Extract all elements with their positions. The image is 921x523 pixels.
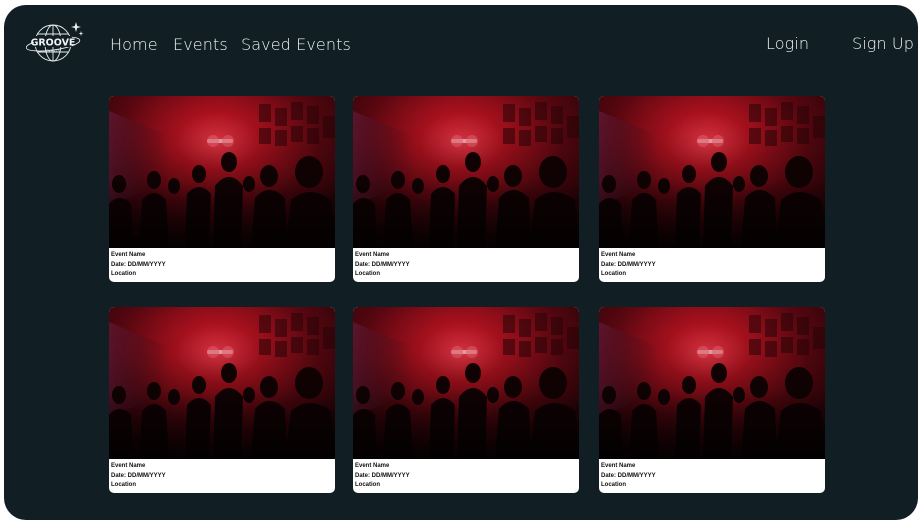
event-image bbox=[109, 307, 335, 459]
event-image bbox=[353, 307, 579, 459]
event-name: Event Name bbox=[601, 252, 636, 258]
event-info: Event Name Date: DD/MM/YYYY Location bbox=[109, 248, 335, 282]
nav-home[interactable]: Home bbox=[110, 35, 158, 54]
event-location: Location bbox=[601, 271, 626, 278]
event-name: Event Name bbox=[355, 463, 390, 469]
groove-logo[interactable]: GROOVE EVENTS bbox=[25, 19, 86, 71]
event-date: Date: DD/MM/YYYY bbox=[601, 261, 656, 268]
event-name: Event Name bbox=[601, 463, 636, 469]
event-info: Event Name Date: DD/MM/YYYY Location bbox=[353, 248, 579, 282]
globe-logo-icon: GROOVE EVENTS bbox=[25, 22, 84, 62]
event-date: Date: DD/MM/YYYY bbox=[111, 261, 166, 268]
event-location: Location bbox=[355, 271, 380, 278]
nav-saved-events[interactable]: Saved Events bbox=[241, 35, 351, 54]
app-frame: GROOVE EVENTS Home Events Saved Events L… bbox=[4, 5, 918, 520]
event-location: Location bbox=[601, 482, 626, 489]
event-name: Event Name bbox=[111, 252, 146, 258]
event-card[interactable]: Event Name Date: DD/MM/YYYY Location bbox=[109, 96, 335, 282]
event-date: Date: DD/MM/YYYY bbox=[355, 261, 410, 268]
event-date: Date: DD/MM/YYYY bbox=[355, 472, 410, 479]
event-name: Event Name bbox=[111, 463, 146, 469]
event-date: Date: DD/MM/YYYY bbox=[111, 472, 166, 479]
event-info: Event Name Date: DD/MM/YYYY Location bbox=[599, 248, 825, 282]
event-location: Location bbox=[111, 271, 136, 278]
nav-events[interactable]: Events bbox=[173, 35, 228, 54]
login-link[interactable]: Login bbox=[766, 34, 809, 53]
event-info: Event Name Date: DD/MM/YYYY Location bbox=[109, 459, 335, 493]
event-image bbox=[353, 96, 579, 248]
event-card[interactable]: Event Name Date: DD/MM/YYYY Location bbox=[599, 96, 825, 282]
logo-subtext: EVENTS bbox=[46, 49, 61, 53]
event-card[interactable]: Event Name Date: DD/MM/YYYY Location bbox=[353, 96, 579, 282]
event-info: Event Name Date: DD/MM/YYYY Location bbox=[353, 459, 579, 493]
signup-link[interactable]: Sign Up bbox=[852, 34, 914, 53]
event-card[interactable]: Event Name Date: DD/MM/YYYY Location bbox=[109, 307, 335, 493]
event-location: Location bbox=[111, 482, 136, 489]
event-image bbox=[599, 307, 825, 459]
event-name: Event Name bbox=[355, 252, 390, 258]
logo-text: GROOVE bbox=[31, 38, 76, 49]
event-date: Date: DD/MM/YYYY bbox=[601, 472, 656, 479]
event-card[interactable]: Event Name Date: DD/MM/YYYY Location bbox=[599, 307, 825, 493]
event-image bbox=[109, 96, 335, 248]
event-info: Event Name Date: DD/MM/YYYY Location bbox=[599, 459, 825, 493]
event-image bbox=[599, 96, 825, 248]
event-location: Location bbox=[355, 482, 380, 489]
event-card[interactable]: Event Name Date: DD/MM/YYYY Location bbox=[353, 307, 579, 493]
